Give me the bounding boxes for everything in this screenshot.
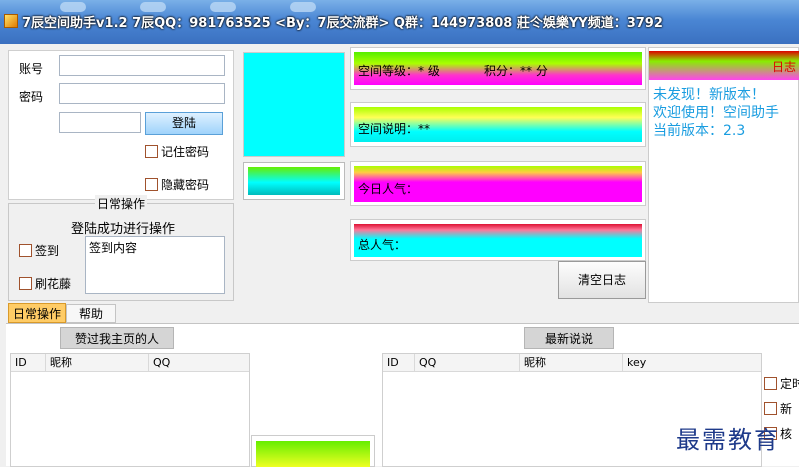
login-hint: 登陆成功进行操作 bbox=[71, 222, 176, 237]
new-label: 新 bbox=[780, 402, 793, 416]
signin-content-text: 签到内容 bbox=[89, 241, 138, 255]
log-line: 欢迎使用！空间助手 bbox=[653, 105, 779, 121]
decoration-shape bbox=[60, 2, 86, 12]
captcha-input[interactable] bbox=[59, 112, 141, 133]
level-panel: 空间等级：* 级 积分：** 分 bbox=[350, 47, 646, 90]
timer-checkbox[interactable]: 定时 bbox=[764, 375, 799, 392]
checkbox-box[interactable] bbox=[145, 178, 158, 191]
account-input[interactable] bbox=[59, 55, 225, 76]
latest-posts-table-header: ID QQ 昵称 key bbox=[383, 354, 761, 372]
description-panel: 空间说明：** bbox=[350, 102, 646, 147]
signin-label: 签到 bbox=[35, 244, 60, 258]
total-views-text: 总人气： bbox=[358, 238, 407, 252]
remember-password-label: 记住密码 bbox=[161, 145, 210, 159]
log-header-gradient: 日志 bbox=[649, 51, 799, 80]
tab-daily-ops[interactable]: 日常操作 bbox=[8, 303, 66, 323]
new-checkbox[interactable]: 新 bbox=[764, 400, 792, 417]
decoration-shape bbox=[140, 2, 166, 12]
description-gradient: 空间说明：** bbox=[354, 107, 642, 142]
column-header[interactable]: ID bbox=[383, 354, 415, 371]
checkbox-box[interactable] bbox=[19, 244, 32, 257]
status-gradient bbox=[248, 167, 340, 195]
daily-ops-group: 日常操作 登陆成功进行操作 签到 刷花藤 签到内容 bbox=[8, 195, 234, 301]
login-panel: 账号 密码 登陆 记住密码 隐藏密码 bbox=[8, 50, 234, 200]
hide-password-label: 隐藏密码 bbox=[161, 178, 210, 192]
signin-checkbox[interactable]: 签到 bbox=[19, 242, 59, 259]
today-views-panel: 今日人气： bbox=[350, 161, 646, 206]
log-title: 日志 bbox=[771, 60, 796, 74]
decoration-shape bbox=[210, 2, 236, 12]
column-header[interactable]: QQ bbox=[149, 354, 243, 371]
signin-content-textarea[interactable]: 签到内容 bbox=[85, 236, 225, 294]
checkbox-box[interactable] bbox=[145, 145, 158, 158]
column-header[interactable]: ID bbox=[11, 354, 46, 371]
avatar bbox=[243, 52, 345, 157]
column-header[interactable]: key bbox=[623, 354, 735, 371]
checkbox-box[interactable] bbox=[19, 277, 32, 290]
level-text: 空间等级：* 级 bbox=[358, 64, 440, 78]
tab-help[interactable]: 帮助 bbox=[66, 304, 116, 323]
checkbox-box[interactable] bbox=[764, 402, 777, 415]
today-views-text: 今日人气： bbox=[358, 182, 419, 196]
mini-status-frame bbox=[251, 435, 375, 467]
remember-password-checkbox[interactable]: 记住密码 bbox=[145, 143, 209, 160]
window-title: 7辰空间助手v1.2 7辰QQ：981763525 <By：7辰交流群> Q群：… bbox=[22, 16, 663, 31]
password-input[interactable] bbox=[59, 83, 225, 104]
check-label: 核 bbox=[780, 427, 793, 441]
decoration-shape bbox=[290, 2, 316, 12]
visitors-table-header: ID 昵称 QQ bbox=[11, 354, 249, 372]
level-gradient: 空间等级：* 级 积分：** 分 bbox=[354, 52, 642, 85]
hide-password-checkbox[interactable]: 隐藏密码 bbox=[145, 176, 209, 193]
login-button[interactable]: 登陆 bbox=[145, 112, 223, 135]
column-header[interactable]: 昵称 bbox=[520, 354, 623, 371]
log-line: 未发现！新版本！ bbox=[653, 87, 765, 103]
flowers-checkbox[interactable]: 刷花藤 bbox=[19, 275, 71, 292]
checkbox-box[interactable] bbox=[764, 377, 777, 390]
title-bar: 7辰空间助手v1.2 7辰QQ：981763525 <By：7辰交流群> Q群：… bbox=[0, 0, 799, 44]
watermark: 最需教育 bbox=[676, 426, 780, 454]
timer-label: 定时 bbox=[780, 377, 799, 391]
visitors-button[interactable]: 赞过我主页的人 bbox=[60, 327, 174, 349]
today-views-gradient: 今日人气： bbox=[354, 166, 642, 202]
log-panel: 日志 未发现！新版本！ 欢迎使用！空间助手 当前版本：2.3 bbox=[648, 47, 799, 303]
mini-status-gradient bbox=[256, 441, 370, 467]
points-text: 积分：** 分 bbox=[484, 64, 548, 78]
clear-log-button[interactable]: 清空日志 bbox=[558, 261, 646, 299]
total-views-gradient: 总人气： bbox=[354, 224, 642, 257]
description-text: 空间说明：** bbox=[358, 122, 431, 136]
main-window: 账号 密码 登陆 记住密码 隐藏密码 日常操作 登陆成功进行操作 签到 刷花藤 bbox=[0, 44, 799, 467]
column-header[interactable]: 昵称 bbox=[46, 354, 149, 371]
log-line: 当前版本：2.3 bbox=[653, 123, 746, 139]
password-label: 密码 bbox=[19, 90, 44, 104]
total-views-panel: 总人气： bbox=[350, 219, 646, 261]
daily-ops-title: 日常操作 bbox=[95, 195, 148, 212]
app-icon bbox=[4, 14, 18, 28]
flowers-label: 刷花藤 bbox=[35, 277, 72, 291]
latest-posts-button[interactable]: 最新说说 bbox=[524, 327, 614, 349]
visitors-table: ID 昵称 QQ bbox=[10, 353, 250, 467]
account-label: 账号 bbox=[19, 62, 44, 76]
status-bar-frame bbox=[243, 162, 345, 200]
column-header[interactable]: QQ bbox=[415, 354, 520, 371]
